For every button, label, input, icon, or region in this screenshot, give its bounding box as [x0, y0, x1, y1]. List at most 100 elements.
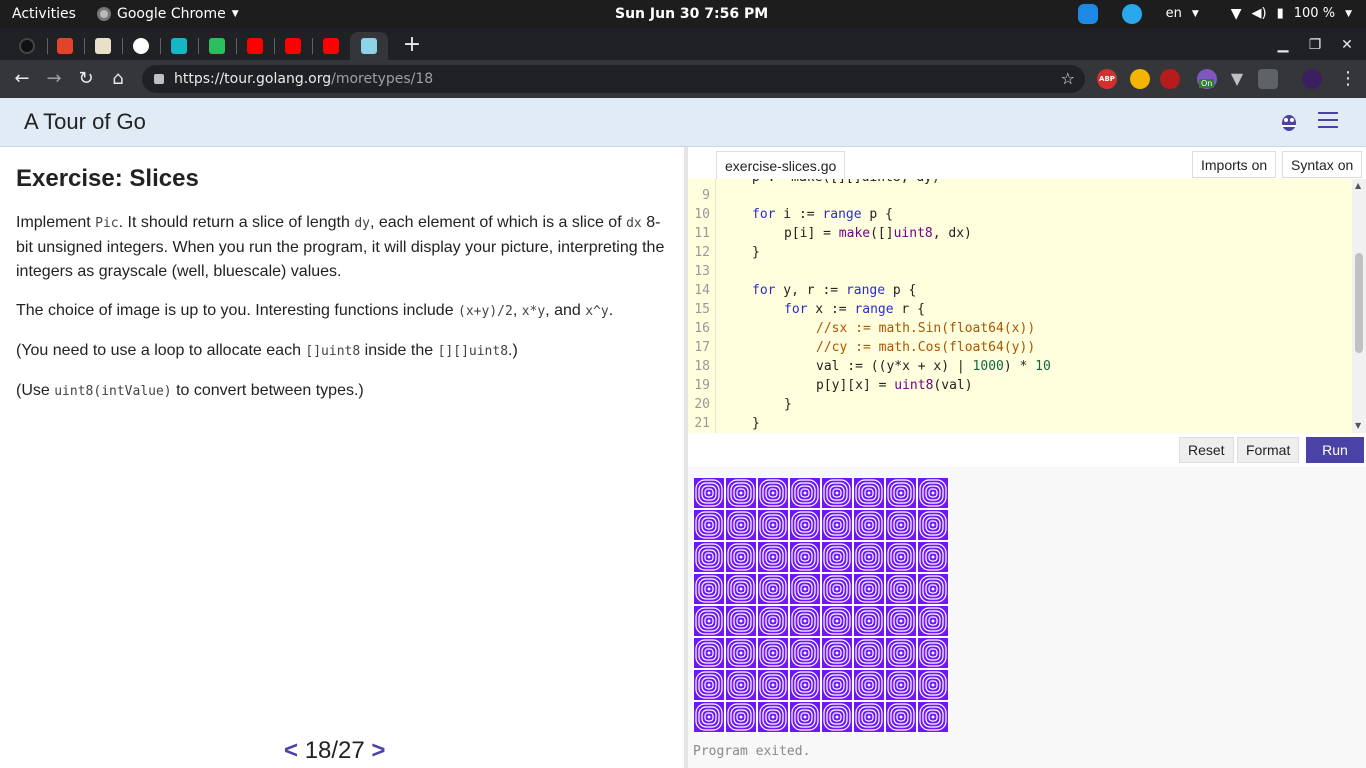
vue-devtools-icon[interactable]: ▼ — [1227, 69, 1247, 89]
extension-icon[interactable] — [1258, 69, 1278, 89]
lesson-paragraph-3: (You need to use a loop to allocate each… — [16, 342, 518, 359]
reset-button[interactable]: Reset — [1179, 437, 1234, 463]
prev-page-button[interactable]: < — [284, 737, 298, 764]
tab-evernote[interactable] — [198, 32, 236, 60]
line-number: 19 — [694, 378, 710, 393]
paw-extension-icon[interactable] — [1130, 69, 1150, 89]
chevron-down-icon: ▼ — [1345, 9, 1352, 19]
tab-youtube-1[interactable] — [236, 32, 274, 60]
activities-button[interactable]: Activities — [12, 0, 76, 28]
syntax-toggle-button[interactable]: Syntax on — [1282, 151, 1363, 178]
tab-github[interactable] — [8, 32, 46, 60]
tab-go-tour[interactable] — [350, 32, 388, 60]
lesson-paragraph-1: Implement Pic. It should return a slice … — [16, 214, 665, 280]
url-path: /moretypes/18 — [331, 71, 434, 87]
code-line: val := ((y*x + x) | 1000) * 10 — [816, 359, 1051, 374]
volume-icon[interactable]: ◀) — [1252, 0, 1267, 28]
forward-button[interactable]: → — [40, 65, 68, 93]
lock-icon — [154, 74, 164, 84]
code-line: for x := range r { — [784, 302, 925, 317]
app-name: Google Chrome — [117, 6, 226, 22]
clock[interactable]: Sun Jun 30 7:56 PM — [615, 0, 768, 28]
scroll-up-icon[interactable]: ▲ — [1355, 181, 1361, 190]
telegram-icon[interactable] — [1121, 4, 1142, 24]
system-top-bar: Activities Google Chrome ▼ Sun Jun 30 7:… — [0, 0, 1366, 28]
line-number: 9 — [702, 188, 710, 203]
maximize-button[interactable]: ❐ — [1300, 32, 1330, 58]
home-button[interactable]: ⌂ — [104, 65, 132, 93]
file-tab[interactable]: exercise-slices.go — [716, 151, 846, 179]
language-indicator[interactable]: en — [1166, 0, 1182, 28]
code-line: p[y][x] = uint8(val) — [816, 378, 973, 393]
program-output: Program exited. — [688, 467, 1366, 768]
code-line: for i := range p { — [752, 207, 893, 222]
bookmark-star-icon[interactable]: ☆ — [1061, 65, 1075, 93]
bug-icon[interactable] — [1280, 112, 1298, 132]
adblock-plus-icon[interactable]: ABP — [1097, 69, 1117, 89]
youtube-icon — [247, 38, 263, 54]
line-number: 14 — [694, 283, 710, 298]
tab-globe[interactable] — [122, 32, 160, 60]
extension-on-badge: On — [1199, 79, 1215, 88]
tab-mongodb[interactable] — [160, 32, 198, 60]
skype-icon[interactable] — [1077, 4, 1098, 24]
site-title[interactable]: A Tour of Go — [24, 98, 146, 146]
code-line: } — [752, 416, 760, 431]
wifi-icon[interactable]: ▼ — [1231, 0, 1242, 28]
line-number: 18 — [694, 359, 710, 374]
chevron-down-icon: ▼ — [1191, 9, 1199, 19]
run-button[interactable]: Run — [1306, 437, 1364, 463]
close-button[interactable]: ✕ — [1332, 32, 1362, 58]
tab-gitlab[interactable] — [46, 32, 84, 60]
imports-toggle-button[interactable]: Imports on — [1192, 151, 1277, 178]
minimize-button[interactable]: ▁ — [1268, 32, 1298, 58]
tab-youtube-2[interactable] — [274, 32, 312, 60]
editor-actions: Reset Format Run — [688, 435, 1366, 467]
back-button[interactable]: ← — [8, 65, 36, 93]
lesson-paragraph-4: (Use uint8(intValue) to convert between … — [16, 382, 364, 399]
site-header: A Tour of Go — [0, 98, 1366, 147]
scrollbar-thumb[interactable] — [1355, 253, 1363, 353]
extension-on-icon[interactable]: On — [1197, 69, 1217, 89]
code-line: for y, r := range p { — [752, 283, 917, 298]
editor-scrollbar[interactable]: ▲ ▼ — [1352, 179, 1366, 433]
globe-icon — [133, 38, 149, 54]
hamburger-menu-icon[interactable] — [1318, 112, 1338, 130]
go-gopher-icon — [361, 38, 377, 54]
new-tab-button[interactable]: + — [400, 32, 424, 60]
code-line-partial: p := make([][]uint8, dy) — [752, 179, 940, 187]
youtube-icon — [323, 38, 339, 54]
youtube-icon — [285, 38, 301, 54]
battery-icon[interactable]: ▮ — [1277, 0, 1284, 28]
code-editor[interactable]: p := make([][]uint8, dy) 9 10 for i := r… — [688, 179, 1352, 433]
code-line: p[i] = make([]uint8, dx) — [784, 226, 972, 241]
line-number: 11 — [694, 226, 710, 241]
next-page-button[interactable]: > — [371, 737, 385, 764]
code-comment: //cy := math.Cos(float64(y)) — [816, 340, 1036, 355]
github-icon — [19, 38, 35, 54]
profile-avatar[interactable] — [1302, 69, 1322, 89]
tab-trello[interactable] — [84, 32, 122, 60]
line-number: 20 — [694, 397, 710, 412]
url-host: https://tour.golang.org — [174, 71, 332, 87]
system-tray[interactable]: en ▼ ▼ ◀) ▮ 100 % ▼ — [1077, 0, 1352, 28]
browser-toolbar: ← → ↻ ⌂ https://tour.golang.org/moretype… — [0, 60, 1366, 98]
trello-icon — [95, 38, 111, 54]
page-indicator[interactable]: 18/27 — [305, 737, 365, 764]
editor-pane: exercise-slices.go Imports on Syntax on … — [688, 147, 1366, 768]
tab-youtube-3[interactable] — [312, 32, 350, 60]
app-menu[interactable]: Google Chrome ▼ — [97, 0, 239, 28]
chevron-down-icon: ▼ — [231, 9, 239, 19]
evernote-icon — [209, 38, 225, 54]
gitlab-icon — [57, 38, 73, 54]
address-bar[interactable]: https://tour.golang.org/moretypes/18 ☆ — [142, 65, 1085, 93]
reload-button[interactable]: ↻ — [72, 65, 100, 93]
line-number: 12 — [694, 245, 710, 260]
format-button[interactable]: Format — [1237, 437, 1300, 463]
scroll-down-icon[interactable]: ▼ — [1355, 421, 1361, 430]
code-line: } — [752, 245, 760, 260]
lesson-pane: Exercise: Slices Implement Pic. It shoul… — [0, 147, 684, 768]
ladybug-extension-icon[interactable] — [1160, 69, 1180, 89]
tab-strip: + ▁ ❐ ✕ — [0, 28, 1366, 60]
more-menu-icon[interactable]: ⋮ — [1334, 65, 1362, 93]
